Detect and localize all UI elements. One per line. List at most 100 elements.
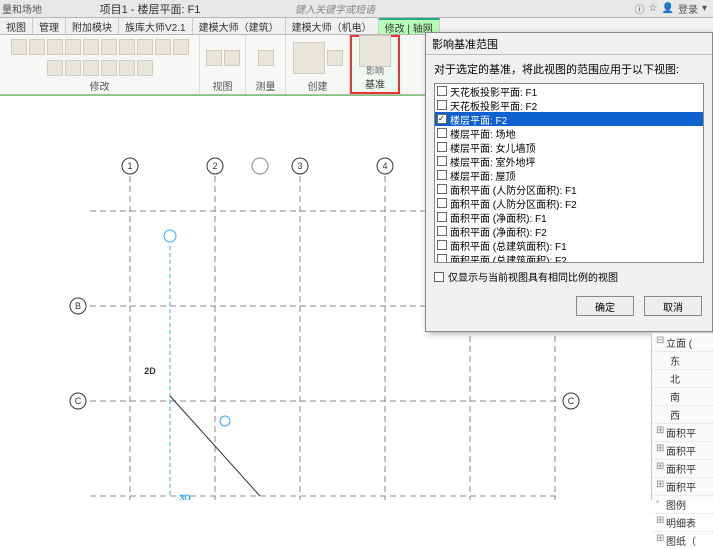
tab-view[interactable]: 视图 (0, 18, 33, 34)
grid-bubble[interactable]: C (568, 396, 575, 406)
panel-view: 视图 (200, 35, 246, 94)
grid-bubble[interactable]: C (75, 396, 82, 406)
view-name: 天花板投影平面: F2 (450, 98, 537, 113)
browser-node: ⊟立面 ( (652, 333, 713, 351)
view-list-item[interactable]: 面积平面 (净面积): F2 (435, 224, 703, 238)
tab-archmaster[interactable]: 建模大师（建筑） (193, 18, 286, 34)
tool-icon[interactable] (65, 39, 81, 55)
panel-label: 修改 (90, 78, 110, 93)
browser-node: ⊞面积平 (652, 423, 713, 441)
view-list-item[interactable]: 楼层平面: F2 (435, 112, 703, 126)
checkbox[interactable] (434, 272, 444, 282)
grid-bubble[interactable]: B (75, 301, 81, 311)
tool-icon[interactable] (47, 39, 63, 55)
tab-mepmaster[interactable]: 建模大师（机电） (286, 18, 379, 34)
panel-create: 创建 (286, 35, 350, 94)
user-icon[interactable]: 👤 (662, 3, 674, 14)
view-name: 天花板投影平面: F1 (450, 84, 537, 99)
checkbox[interactable] (437, 240, 447, 250)
tool-icon[interactable] (293, 42, 325, 74)
panel-label: 视图 (213, 78, 233, 93)
tool-icon[interactable] (29, 39, 45, 55)
login-link[interactable]: 登录 (678, 1, 698, 16)
tab-manage[interactable]: 管理 (33, 18, 66, 34)
grid-bubble[interactable]: 1 (127, 161, 132, 171)
tool-icon[interactable] (206, 50, 222, 66)
view-list-item[interactable]: 楼层平面: 室外地坪 (435, 154, 703, 168)
view-name: 面积平面 (净面积): F2 (450, 224, 547, 239)
tool-icon[interactable] (83, 60, 99, 76)
tool-icon[interactable] (155, 39, 171, 55)
project-browser[interactable]: ⊟立面 ( 东 北 南 西 ⊞面积平 ⊞面积平 ⊞面积平 ⊞面积平 ▫图例 ⊞明… (651, 332, 713, 500)
checkbox[interactable] (437, 198, 447, 208)
grid-bubble[interactable]: 2 (212, 161, 217, 171)
tool-icon[interactable] (83, 39, 99, 55)
search-placeholder[interactable]: 键入关键字或短语 (240, 1, 430, 16)
tool-icon[interactable] (101, 60, 117, 76)
views-list[interactable]: 天花板投影平面: F1天花板投影平面: F2楼层平面: F2楼层平面: 场地楼层… (434, 83, 704, 263)
tool-icon[interactable] (258, 50, 274, 66)
browser-node: ⊞明细表 (652, 513, 713, 531)
view-list-item[interactable]: 面积平面 (总建筑面积): F2 (435, 252, 703, 263)
view-name: 楼层平面: 室外地坪 (450, 154, 536, 169)
checkbox[interactable] (437, 212, 447, 222)
checkbox[interactable] (437, 170, 447, 180)
view-name: 面积平面 (总建筑面积): F2 (450, 252, 567, 264)
tool-icon[interactable] (119, 39, 135, 55)
view-list-item[interactable]: 楼层平面: 女儿墙顶 (435, 140, 703, 154)
view-name: 楼层平面: 女儿墙顶 (450, 140, 536, 155)
tab-addins[interactable]: 附加模块 (66, 18, 119, 34)
tool-icon[interactable] (137, 39, 153, 55)
dialog-title[interactable]: 影响基准范围 (426, 33, 712, 55)
help-icon[interactable]: ▾ (702, 3, 707, 14)
info-icon[interactable]: ⓘ (635, 1, 645, 16)
panel-label: 创建 (308, 78, 328, 93)
edge-tab[interactable]: 量和场地 (0, 1, 60, 16)
extent-3d-label[interactable]: 3D (179, 493, 191, 500)
tool-icon[interactable] (47, 60, 63, 76)
view-list-item[interactable]: 面积平面 (总建筑面积): F1 (435, 238, 703, 252)
view-list-item[interactable]: 天花板投影平面: F1 (435, 84, 703, 98)
propagate-extents-dialog: 影响基准范围 对于选定的基准，将此视图的范围应用于以下视图: 天花板投影平面: … (425, 32, 713, 332)
tool-icon[interactable] (65, 60, 81, 76)
tool-icon[interactable] (137, 60, 153, 76)
tool-icon[interactable] (11, 39, 27, 55)
view-name: 面积平面 (总建筑面积): F1 (450, 238, 567, 253)
browser-node: ⊞面积平 (652, 477, 713, 495)
view-list-item[interactable]: 面积平面 (人防分区面积): F2 (435, 196, 703, 210)
tab-famlib[interactable]: 族库大师V2.1 (119, 18, 193, 34)
checkbox[interactable] (437, 156, 447, 166)
view-name: 面积平面 (净面积): F1 (450, 210, 547, 225)
browser-node: ⊞面积平 (652, 441, 713, 459)
checkbox[interactable] (437, 226, 447, 236)
option-label: 仅显示与当前视图具有相同比例的视图 (448, 269, 618, 284)
checkbox[interactable] (437, 142, 447, 152)
checkbox[interactable] (437, 100, 447, 110)
view-list-item[interactable]: 楼层平面: 屋顶 (435, 168, 703, 182)
grid-bubble[interactable]: 4 (382, 161, 387, 171)
ok-button[interactable]: 确定 (576, 296, 634, 316)
tool-icon[interactable] (119, 60, 135, 76)
view-list-item[interactable]: 天花板投影平面: F2 (435, 98, 703, 112)
checkbox[interactable] (437, 128, 447, 138)
propagate-extents-icon[interactable] (359, 35, 391, 67)
cancel-button[interactable]: 取消 (644, 296, 702, 316)
checkbox[interactable] (437, 254, 447, 263)
view-list-item[interactable]: 面积平面 (净面积): F1 (435, 210, 703, 224)
checkbox[interactable] (437, 114, 447, 124)
browser-item: 南 (652, 387, 713, 405)
grid-bubble[interactable]: 3 (297, 161, 302, 171)
tool-icon[interactable] (173, 39, 189, 55)
view-list-item[interactable]: 面积平面 (人防分区面积): F1 (435, 182, 703, 196)
browser-node: ⊞面积平 (652, 459, 713, 477)
view-list-item[interactable]: 楼层平面: 场地 (435, 126, 703, 140)
same-scale-option[interactable]: 仅显示与当前视图具有相同比例的视图 (426, 263, 712, 290)
tool-icon[interactable] (327, 50, 343, 66)
extent-2d-label[interactable]: 2D (144, 366, 156, 376)
tool-icon[interactable] (101, 39, 117, 55)
star-icon[interactable]: ☆ (649, 3, 658, 14)
checkbox[interactable] (437, 184, 447, 194)
tool-icon[interactable] (224, 50, 240, 66)
checkbox[interactable] (437, 86, 447, 96)
btn-label: 影响 (366, 67, 384, 76)
